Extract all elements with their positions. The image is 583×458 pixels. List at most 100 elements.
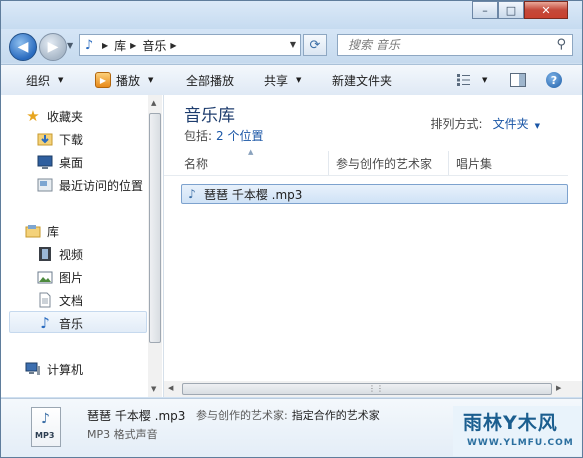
close-button[interactable]: ✕: [524, 1, 568, 19]
recent-pages-dropdown-icon[interactable]: ▼: [67, 41, 73, 50]
breadcrumb-separator-icon[interactable]: ▶: [130, 41, 136, 50]
content-horizontal-scrollbar[interactable]: ◀ ⋮⋮ ▶: [164, 381, 568, 397]
chevron-down-icon: ▼: [482, 76, 488, 84]
address-bar[interactable]: ♪ ▶ 库 ▶ 音乐 ▶ ▼: [79, 34, 301, 56]
address-history-dropdown-icon[interactable]: ▼: [290, 40, 296, 49]
audio-file-icon: ♪: [188, 187, 196, 201]
watermark-title: 雨林Y木风: [463, 412, 558, 434]
music-note-icon: ♪: [41, 411, 50, 427]
details-file-name: 琶琶 千本樱 .mp3: [87, 409, 186, 423]
picture-icon: [37, 269, 53, 285]
play-all-button[interactable]: 全部播放: [186, 65, 234, 95]
sidebar-libraries[interactable]: 库: [25, 221, 59, 241]
sidebar-item-label: 桌面: [59, 155, 84, 170]
scroll-down-icon[interactable]: ▼: [151, 385, 156, 393]
chevron-down-icon[interactable]: ▼: [535, 122, 540, 130]
scrollbar-thumb[interactable]: [149, 113, 161, 343]
film-icon: [37, 246, 53, 262]
help-icon: ?: [546, 72, 562, 88]
caption-buttons: – □ ✕: [472, 1, 568, 19]
preview-pane-button[interactable]: [510, 72, 526, 88]
view-list-icon: [457, 74, 470, 86]
desktop-icon: [37, 154, 53, 170]
forward-arrow-icon: ▶: [47, 39, 59, 55]
sidebar-item-videos[interactable]: 视频: [37, 244, 83, 264]
libraries-icon: [25, 223, 41, 239]
share-label: 共享: [264, 73, 289, 88]
music-note-icon: ♪: [84, 37, 94, 53]
scrollbar-corner: [568, 381, 582, 397]
column-header-name[interactable]: 名称: [177, 151, 329, 175]
arrange-by-dropdown[interactable]: 文件夹: [493, 117, 529, 131]
command-bar: 组织 ▼ ▶ 播放 ▼ 全部播放 共享 ▼ 新建文件夹 ▼ ?: [1, 64, 582, 96]
refresh-icon: ⟳: [309, 37, 321, 53]
play-menu[interactable]: ▶ 播放 ▼: [95, 65, 153, 95]
sidebar-item-recent-places[interactable]: 最近访问的位置: [37, 175, 143, 195]
mp3-file-icon: ♪ MP3: [31, 407, 61, 447]
back-arrow-icon: ◀: [17, 39, 29, 55]
sidebar-item-label: 图片: [59, 270, 84, 285]
column-header-album[interactable]: 唱片集: [449, 151, 568, 175]
sidebar-item-documents[interactable]: 文档: [37, 290, 83, 310]
refresh-button[interactable]: ⟳: [303, 34, 327, 56]
scroll-up-icon[interactable]: ▲: [151, 99, 156, 107]
help-button[interactable]: ?: [546, 72, 562, 88]
library-title: 音乐库: [184, 106, 235, 126]
forward-button[interactable]: ▶: [39, 33, 67, 61]
artist-label: 参与创作的艺术家:: [196, 409, 288, 422]
file-name: 琶琶 千本樱 .mp3: [204, 187, 303, 202]
locations-link[interactable]: 2 个位置: [216, 129, 263, 143]
play-all-label: 全部播放: [186, 73, 235, 88]
sidebar-item-label: 音乐: [59, 316, 84, 331]
navigation-pane: ★ 收藏夹 下载 桌面 最近访问的位置 库 视频 图片 文档 ♪ 音乐 计算机 …: [1, 95, 164, 397]
search-box[interactable]: ⚲: [337, 34, 573, 56]
sidebar-item-label: 文档: [59, 293, 84, 308]
downloads-folder-icon: [37, 131, 53, 147]
watermark-logo: 雨林Y木风 WWW.YLMFU.COM: [453, 406, 581, 456]
content-pane: 音乐库 包括: 2 个位置 排列方式: 文件夹 ▼ ▲ 名称 参与创作的艺术家 唱片集…: [164, 95, 582, 397]
chevron-down-icon: ▼: [58, 76, 64, 84]
play-label: 播放: [116, 73, 141, 88]
artist-value[interactable]: 指定合作的艺术家: [292, 409, 380, 422]
scrollbar-thumb[interactable]: ⋮⋮: [182, 383, 552, 395]
back-button[interactable]: ◀: [9, 33, 37, 61]
sidebar-item-music[interactable]: ♪ 音乐: [37, 313, 83, 333]
content-vertical-scroll-area: [568, 95, 582, 381]
watermark-url: WWW.YLMFU.COM: [467, 438, 574, 448]
grip-icon: ⋮⋮: [368, 384, 384, 393]
sidebar-favorites[interactable]: ★ 收藏夹: [25, 106, 83, 126]
sidebar-item-label: 最近访问的位置: [59, 178, 144, 193]
details-artist: 参与创作的艺术家: 指定合作的艺术家: [196, 407, 380, 423]
sidebar-item-label: 计算机: [47, 362, 84, 377]
breadcrumb-separator-icon[interactable]: ▶: [170, 41, 176, 50]
document-icon: [37, 292, 53, 308]
sidebar-item-downloads[interactable]: 下载: [37, 129, 83, 149]
search-input[interactable]: [346, 37, 546, 53]
breadcrumb-separator-icon[interactable]: ▶: [102, 41, 108, 50]
organize-menu[interactable]: 组织 ▼: [26, 65, 63, 95]
view-options-button[interactable]: [456, 72, 472, 88]
breadcrumb-libraries[interactable]: 库: [114, 37, 126, 54]
sidebar-item-label: 下载: [59, 132, 84, 147]
organize-label: 组织: [26, 73, 51, 88]
scroll-right-icon[interactable]: ▶: [556, 384, 561, 392]
sidebar-item-pictures[interactable]: 图片: [37, 267, 83, 287]
navigation-pane-scrollbar[interactable]: ▲ ▼: [148, 95, 162, 397]
sidebar-item-desktop[interactable]: 桌面: [37, 152, 83, 172]
column-header-artist[interactable]: 参与创作的艺术家: [329, 151, 449, 175]
scroll-left-icon[interactable]: ◀: [168, 384, 173, 392]
file-row[interactable]: ♪ 琶琶 千本樱 .mp3: [181, 184, 568, 204]
maximize-button[interactable]: □: [498, 1, 524, 19]
view-options-dropdown[interactable]: ▼: [482, 65, 487, 95]
preview-pane-icon: [510, 73, 526, 87]
sidebar-item-label: 收藏夹: [47, 109, 84, 124]
share-menu[interactable]: 共享 ▼: [264, 65, 301, 95]
minimize-button[interactable]: –: [472, 1, 498, 19]
breadcrumb-music[interactable]: 音乐: [142, 37, 166, 54]
new-folder-button[interactable]: 新建文件夹: [332, 65, 392, 95]
sidebar-computer[interactable]: 计算机: [25, 359, 83, 379]
music-note-icon: ♪: [40, 314, 50, 332]
computer-icon: [25, 361, 41, 377]
includes-label: 包括:: [184, 129, 213, 143]
search-icon[interactable]: ⚲: [556, 37, 566, 52]
